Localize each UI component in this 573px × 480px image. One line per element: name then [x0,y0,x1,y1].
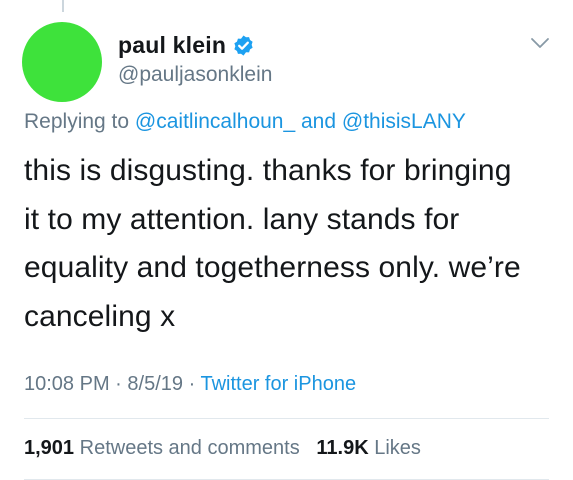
retweets-label: Retweets and comments [79,437,300,459]
author-handle[interactable]: @pauljasonklein [118,63,272,87]
tweet-text-line: canceling x [24,299,176,333]
chevron-down-icon[interactable] [530,36,550,50]
tweet-text: this is disgusting. thanks for bringing … [24,147,554,341]
tweet-text-line: equality and togetherness only. we’re [24,251,521,284]
mention-link[interactable]: @caitlincalhoun_ [135,110,295,133]
retweets-count: 1,901 [24,437,75,459]
mention-link[interactable]: @thisisLANY [342,110,466,133]
author-name-row[interactable]: paul klein [118,32,255,59]
retweets-stat[interactable]: 1,901 Retweets and comments [24,437,300,459]
likes-count: 11.9K [316,437,369,459]
tweet-text-line: this is disgusting. thanks for bringing [24,154,512,187]
tweet-text-line: it to my attention. lany stands for [24,202,460,236]
verified-badge-icon [232,34,255,57]
tweet-date[interactable]: 8/5/19 [127,373,183,395]
divider [24,418,549,419]
meta-separator: · [115,373,122,395]
tweet-time[interactable]: 10:08 PM [24,373,110,395]
likes-stat[interactable]: 11.9K Likes [316,437,421,459]
avatar[interactable] [22,22,102,102]
tweet-stats: 1,901 Retweets and comments 11.9K Likes [24,437,421,460]
replying-and[interactable]: and [301,110,336,133]
likes-label: Likes [374,437,421,459]
replying-prefix: Replying to [24,110,130,133]
author-display-name[interactable]: paul klein [118,32,226,59]
thread-connector-line [62,0,64,12]
tweet-source-link[interactable]: Twitter for iPhone [200,373,356,395]
tweet-meta: 10:08 PM · 8/5/19 · Twitter for iPhone [24,373,356,396]
replying-to-line: Replying to @caitlincalhoun_ and @thisis… [24,110,466,134]
meta-separator: · [188,373,196,395]
tweet-detail: paul klein @pauljasonklein Replying to @… [0,0,573,480]
